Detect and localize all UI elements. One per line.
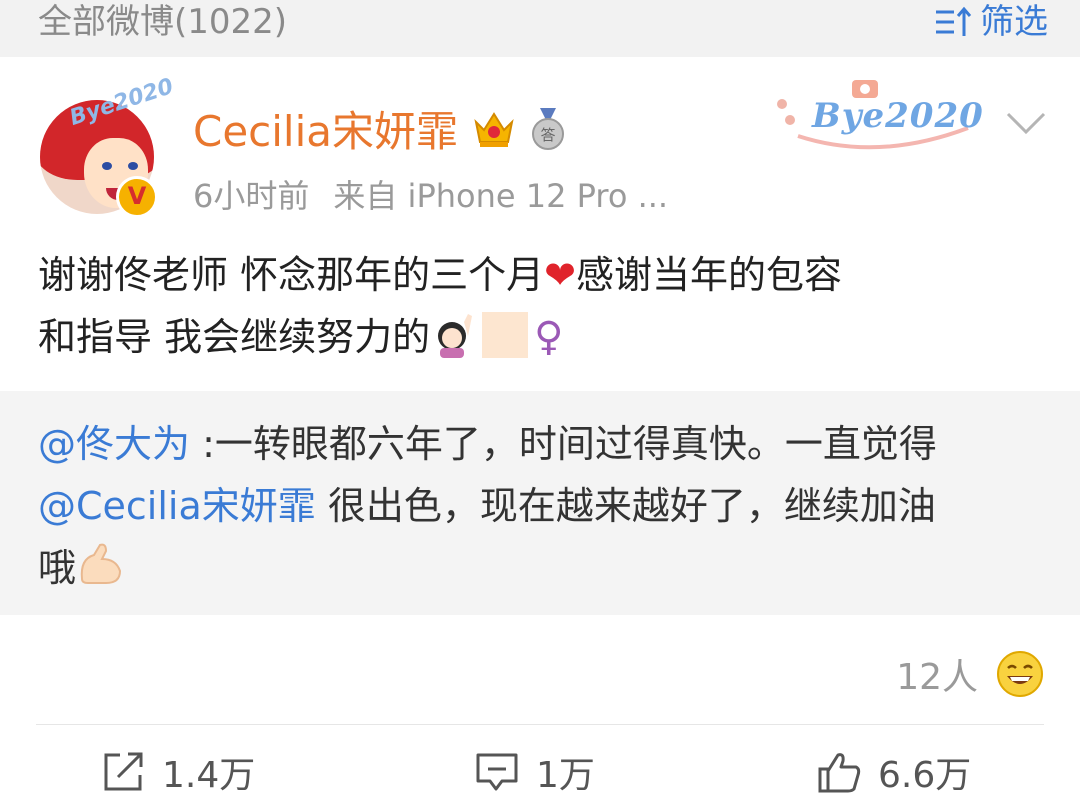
repost-text-part2: 很出色，现在越来越好了，继续加油: [315, 484, 936, 528]
medal-icon[interactable]: 答: [528, 106, 568, 152]
filter-icon: [936, 6, 972, 36]
post-time: 6小时前: [193, 177, 310, 215]
repost-text-part3: 哦: [38, 546, 77, 590]
top-bar: 全部微博(1022) 筛选: [0, 0, 1080, 57]
like-button[interactable]: 6.6万: [816, 746, 971, 798]
post-text-line1: 谢谢佟老师 怀念那年的三个月: [38, 253, 545, 297]
chevron-down-icon[interactable]: [1004, 108, 1048, 138]
post-text: 谢谢佟老师 怀念那年的三个月❤感谢当年的包容 和指导 我会继续努力的 ♀: [38, 244, 1048, 368]
filter-button[interactable]: 筛选: [934, 0, 1048, 44]
post-text-line2: 和指导 我会继续努力的: [38, 315, 431, 359]
avatar-eye: [102, 162, 112, 170]
like-count: 6.6万: [878, 755, 972, 796]
post-meta: 6小时前 来自 iPhone 12 Pro ...: [193, 174, 668, 218]
comment-icon: [476, 753, 518, 791]
repost-text-part1: :一转眼都六年了，时间过得真快。一直觉得: [190, 422, 937, 466]
divider: [36, 724, 1044, 725]
comment-button[interactable]: 1万: [474, 746, 595, 798]
repost-block[interactable]: @佟大为 :一转眼都六年了，时间过得真快。一直觉得 @Cecilia宋妍霏 很出…: [0, 391, 1080, 615]
username[interactable]: Cecilia宋妍霏: [193, 104, 458, 160]
repost-text: @佟大为 :一转眼都六年了，时间过得真快。一直觉得 @Cecilia宋妍霏 很出…: [38, 413, 1048, 599]
share-button[interactable]: 1.4万: [100, 746, 255, 798]
post-source[interactable]: 来自 iPhone 12 Pro ...: [333, 177, 668, 215]
woman-raising-hand-icon: [438, 314, 473, 358]
post-text-line1-end: 感谢当年的包容: [575, 253, 842, 297]
svg-text:答: 答: [540, 126, 555, 144]
reaction-count: 12人: [896, 657, 978, 698]
action-bar: 1.4万 1万 6.6万: [0, 746, 1080, 806]
filter-label: 筛选: [980, 2, 1048, 42]
bye2020-badge[interactable]: Bye2020: [768, 74, 996, 158]
all-posts-title: 全部微博(1022): [38, 2, 288, 42]
verified-badge-icon: V: [116, 176, 158, 218]
mention-link[interactable]: @Cecilia宋妍霏: [38, 484, 316, 528]
reaction-summary[interactable]: 12人: [896, 648, 1044, 700]
thumbs-up-icon: [818, 753, 861, 793]
flexed-biceps-icon: [80, 543, 122, 584]
female-sign-icon: ♀: [534, 314, 564, 360]
laughing-face-icon: [997, 651, 1043, 697]
share-count: 1.4万: [162, 755, 256, 796]
comment-count: 1万: [536, 755, 595, 796]
avatar-eye: [128, 162, 138, 170]
heart-emoji: ❤: [544, 253, 576, 297]
mention-link[interactable]: @佟大为: [38, 422, 190, 466]
crown-icon[interactable]: [472, 108, 516, 150]
skin-tone-square-icon: [482, 312, 529, 358]
bye2020-text: Bye2020: [812, 96, 984, 136]
share-icon: [104, 752, 143, 791]
